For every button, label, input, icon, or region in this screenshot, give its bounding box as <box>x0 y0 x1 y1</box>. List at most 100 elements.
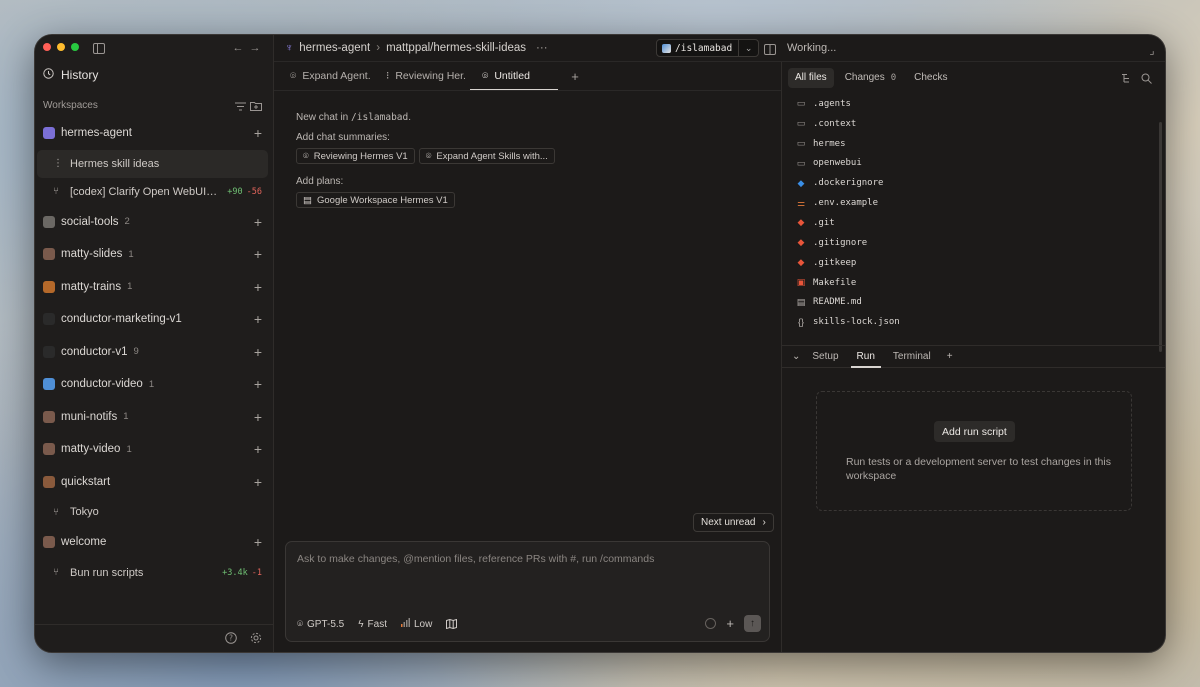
settings-gear-icon[interactable] <box>249 631 263 645</box>
workspace-chat-item[interactable]: ⑂ Tokyo <box>35 498 274 526</box>
composer-placeholder[interactable]: Ask to make changes, @mention files, ref… <box>297 553 654 565</box>
add-chat-icon[interactable]: + <box>254 246 262 262</box>
file-list-scrollbar[interactable] <box>1159 122 1162 352</box>
file-item[interactable]: ⚌ .env.example <box>782 193 1165 213</box>
chat-icon: ⌾ <box>290 69 297 82</box>
file-item[interactable]: ◆ .gitignore <box>782 233 1165 253</box>
file-panel-tab[interactable]: Changes 0 <box>838 68 903 88</box>
chat-tab[interactable]: ⌾ Expand Agent... <box>274 62 370 90</box>
file-item[interactable]: ▤ README.md <box>782 292 1165 312</box>
context-usage-icon[interactable] <box>705 618 717 629</box>
add-chat-icon[interactable]: + <box>254 311 262 327</box>
new-folder-icon[interactable] <box>249 99 263 113</box>
more-options-button[interactable]: ··· <box>536 42 548 54</box>
collapse-chevron-icon[interactable]: ⌄ <box>786 346 806 367</box>
add-chat-icon[interactable]: + <box>254 474 262 490</box>
speed-label: Fast <box>367 618 387 630</box>
workspace-item[interactable]: conductor-marketing-v1 + <box>35 303 274 336</box>
maximize-window-button[interactable] <box>71 43 79 51</box>
new-tab-button[interactable]: + <box>562 62 588 90</box>
app-window: ← → History Workspaces hermes-agent + ⋮ Her… <box>34 34 1166 653</box>
workspace-item[interactable]: social-tools 2 + <box>35 206 274 239</box>
file-item[interactable]: ◆ .dockerignore <box>782 173 1165 193</box>
minimize-window-button[interactable] <box>57 43 65 51</box>
search-icon[interactable] <box>1139 71 1153 85</box>
history-link[interactable]: History <box>43 68 98 82</box>
workspace-item[interactable]: hermes-agent + <box>35 117 274 150</box>
file-item[interactable]: ◆ .git <box>782 213 1165 233</box>
workspace-dir-selector[interactable]: /islamabad ⌄ <box>656 39 760 57</box>
file-tree-icon[interactable] <box>1119 71 1133 85</box>
file-name: skills-lock.json <box>813 317 900 328</box>
message-composer[interactable]: Ask to make changes, @mention files, ref… <box>285 541 770 642</box>
file-name: .dockerignore <box>813 178 884 189</box>
add-run-script-button[interactable]: Add run script <box>934 421 1015 442</box>
add-chat-icon[interactable]: + <box>254 279 262 295</box>
workspace-item[interactable]: conductor-video 1 + <box>35 368 274 401</box>
file-item[interactable]: ▭ openwebui <box>782 154 1165 174</box>
git-icon: ◆ <box>797 217 805 228</box>
chevron-down-icon[interactable]: ⌄ <box>738 40 758 56</box>
add-chat-icon[interactable]: + <box>254 409 262 425</box>
file-item[interactable]: {} skills-lock.json <box>782 312 1165 332</box>
workspace-item[interactable]: muni-notifs 1 + <box>35 401 274 434</box>
file-item[interactable]: ▭ .context <box>782 114 1165 134</box>
back-arrow-icon[interactable]: ← <box>231 41 245 55</box>
add-terminal-icon[interactable]: + <box>941 346 959 367</box>
file-panel-tab-label: Changes <box>844 72 885 83</box>
workspace-item[interactable]: conductor-v1 9 + <box>35 336 274 369</box>
breadcrumb-branch[interactable]: mattppal/hermes-skill-ideas <box>386 42 526 54</box>
toggle-panel-icon[interactable] <box>763 42 777 56</box>
attach-chip[interactable]: ⌾ Reviewing Hermes V1 <box>296 148 415 164</box>
chat-tab[interactable]: ⌾ Untitled <box>466 62 562 90</box>
add-chat-icon[interactable]: + <box>254 534 262 550</box>
forward-arrow-icon[interactable]: → <box>248 41 262 55</box>
send-button[interactable]: ↑ <box>744 615 761 632</box>
file-item[interactable]: ▣ Makefile <box>782 273 1165 293</box>
attach-chip[interactable]: ▤ Google Workspace Hermes V1 <box>296 192 455 208</box>
summary-chips: ⌾ Reviewing Hermes V1 ⌾ Expand Agent Skills… <box>296 148 759 164</box>
workspace-count-badge: 2 <box>124 216 130 228</box>
workspace-item[interactable]: matty-slides 1 + <box>35 238 274 271</box>
file-item[interactable]: ◆ .gitkeep <box>782 253 1165 273</box>
file-item[interactable]: ▭ hermes <box>782 134 1165 154</box>
chat-name: [codex] Clarify Open WebUI Ol... <box>70 185 220 198</box>
run-panel-tab[interactable]: Run <box>850 346 882 368</box>
run-panel-tab[interactable]: Setup <box>806 346 844 367</box>
run-panel-tab[interactable]: Terminal <box>887 346 937 367</box>
breadcrumb-repo[interactable]: hermes-agent <box>299 42 370 54</box>
workspace-chat-item[interactable]: ⑂ [codex] Clarify Open WebUI Ol... +90 -56 <box>35 178 274 206</box>
workspace-name: conductor-v1 <box>61 345 128 358</box>
resize-grip-icon[interactable]: ⌟ <box>1145 43 1159 57</box>
toggle-sidebar-icon[interactable] <box>92 41 106 55</box>
workspace-chat-item[interactable]: ⑂ Bun run scripts +3.4k -1 <box>35 559 274 587</box>
model-selector[interactable]: ⌾ GPT-5.5 <box>297 619 344 630</box>
file-name: .context <box>813 118 857 129</box>
chat-tab[interactable]: ⁝ Reviewing Her... <box>370 62 466 90</box>
drag-handle-icon: ⁝ <box>386 70 390 82</box>
effort-selector[interactable]: Low <box>401 618 432 630</box>
add-chat-icon[interactable]: + <box>254 214 262 230</box>
workspace-item[interactable]: welcome + <box>35 526 274 559</box>
workspace-item[interactable]: quickstart + <box>35 466 274 499</box>
workspace-item[interactable]: matty-trains 1 + <box>35 271 274 304</box>
attach-chip[interactable]: ⌾ Expand Agent Skills with... <box>418 148 555 164</box>
file-panel-tab[interactable]: All files <box>788 67 834 88</box>
speed-selector[interactable]: ϟ Fast <box>358 619 387 630</box>
add-attachment-icon[interactable]: + <box>726 616 734 631</box>
add-chat-icon[interactable]: + <box>254 376 262 392</box>
add-chat-icon[interactable]: + <box>254 344 262 360</box>
add-chat-icon[interactable]: + <box>254 441 262 457</box>
file-item[interactable]: ▭ .agents <box>782 94 1165 114</box>
chevron-right-icon: › <box>376 42 381 54</box>
close-window-button[interactable] <box>43 43 51 51</box>
help-icon[interactable]: ? <box>224 631 238 645</box>
filter-icon[interactable] <box>233 99 247 113</box>
next-unread-button[interactable]: Next unread › <box>693 513 774 532</box>
plan-map-icon[interactable] <box>446 619 458 629</box>
file-list: ▭ .agents ▭ .context ▭ hermes ▭ openwebui ◆ .dock… <box>782 94 1165 344</box>
workspace-item[interactable]: matty-video 1 + <box>35 433 274 466</box>
add-chat-icon[interactable]: + <box>254 125 262 141</box>
file-panel-tab[interactable]: Checks <box>907 68 954 88</box>
workspace-chat-item[interactable]: ⋮ Hermes skill ideas <box>37 149 268 178</box>
